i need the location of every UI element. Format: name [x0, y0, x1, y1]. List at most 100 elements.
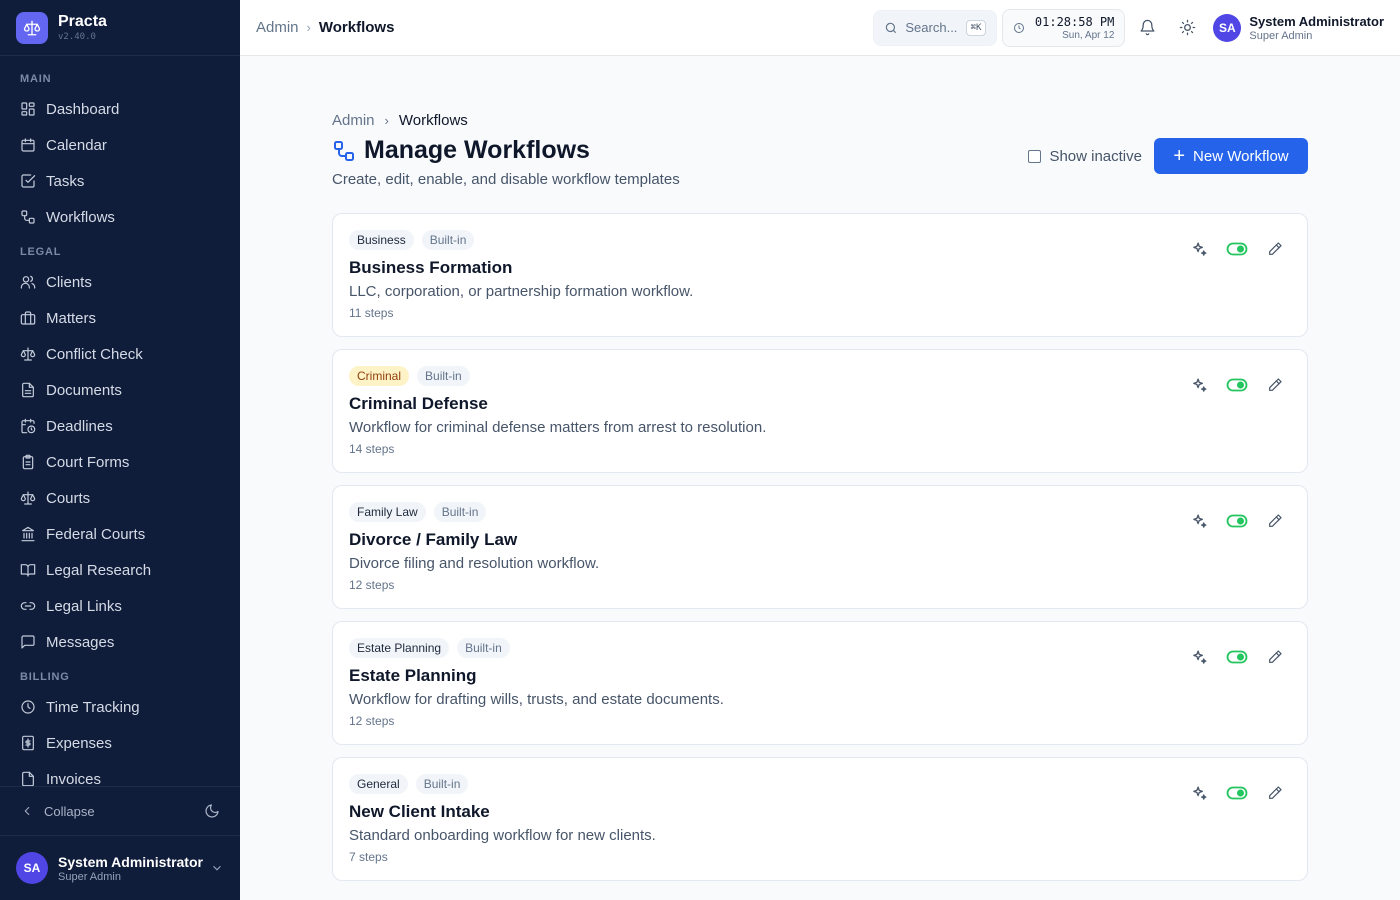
- notifications-button[interactable]: [1127, 8, 1167, 48]
- workflow-description: LLC, corporation, or partnership formati…: [349, 283, 694, 300]
- workflow-steps: 7 steps: [349, 850, 388, 864]
- workflow-card[interactable]: Business Built-in Business Formation LLC…: [332, 213, 1308, 337]
- sidebar-item-label: Court Forms: [46, 453, 130, 471]
- nav-section-label: MAIN: [20, 73, 52, 85]
- builtin-badge: Built-in: [417, 366, 470, 386]
- brand[interactable]: Practa v2.40.0: [0, 0, 240, 56]
- sidebar-item-courts[interactable]: Courts: [0, 480, 240, 516]
- workflow-card[interactable]: Criminal Built-in Criminal Defense Workf…: [332, 349, 1308, 473]
- edit-button[interactable]: [1263, 375, 1287, 395]
- receipt-icon: [22, 735, 34, 751]
- checkbox[interactable]: [1028, 149, 1042, 163]
- sidebar-item-messages[interactable]: Messages: [0, 624, 240, 660]
- clock-time: 01:28:58 PM: [1034, 14, 1115, 29]
- ai-sparkles-button[interactable]: [1187, 647, 1211, 667]
- sidebar-user-name: System Administrator: [58, 853, 203, 870]
- enable-toggle[interactable]: [1225, 783, 1249, 803]
- ai-sparkles-button[interactable]: [1187, 375, 1211, 395]
- ai-sparkles-button[interactable]: [1187, 239, 1211, 259]
- workflow-card[interactable]: General Built-in New Client Intake Stand…: [332, 757, 1308, 881]
- sidebar-item-label: Legal Research: [46, 561, 152, 579]
- enable-toggle[interactable]: [1225, 647, 1249, 667]
- sidebar-user-menu[interactable]: SA System Administrator Super Admin: [0, 836, 240, 900]
- sidebar-item-documents[interactable]: Documents: [0, 372, 240, 408]
- clipboard-icon: [22, 454, 34, 470]
- new-workflow-label: New Workflow: [1193, 147, 1289, 165]
- sidebar-item-matters[interactable]: Matters: [0, 300, 240, 336]
- breadcrumb-current: Workflows: [398, 112, 468, 129]
- workflow-title: New Client Intake: [349, 802, 490, 821]
- ai-sparkles-button[interactable]: [1187, 783, 1211, 803]
- workflow-icon: [334, 140, 354, 161]
- edit-button[interactable]: [1263, 511, 1287, 531]
- clock-icon: [21, 700, 35, 714]
- workflow-icon: [21, 210, 35, 224]
- sidebar-item-federal-courts[interactable]: Federal Courts: [0, 516, 240, 552]
- edit-button[interactable]: [1263, 783, 1287, 803]
- document-icon: [22, 382, 34, 398]
- sidebar-item-invoices[interactable]: Invoices: [0, 761, 240, 786]
- sidebar-item-label: Deadlines: [46, 417, 113, 435]
- enable-toggle[interactable]: [1225, 511, 1249, 531]
- theme-toggle-button[interactable]: [1167, 8, 1207, 48]
- invoice-icon: [22, 771, 34, 786]
- page-breadcrumb: Admin › Workflows: [332, 112, 1308, 129]
- clock-widget: 01:28:58 PM Sun, Apr 12: [1002, 8, 1126, 47]
- show-inactive-checkbox[interactable]: Show inactive: [1028, 148, 1142, 165]
- sidebar-item-dashboard[interactable]: Dashboard: [0, 91, 240, 127]
- sidebar-item-legal-research[interactable]: Legal Research: [0, 552, 240, 588]
- sidebar-item-deadlines[interactable]: Deadlines: [0, 408, 240, 444]
- sidebar-item-legal-links[interactable]: Legal Links: [0, 588, 240, 624]
- sidebar-item-workflows[interactable]: Workflows: [0, 199, 240, 235]
- breadcrumb: Admin › Workflows: [256, 19, 394, 36]
- edit-button[interactable]: [1263, 239, 1287, 259]
- edit-button[interactable]: [1263, 647, 1287, 667]
- calendar-clock-icon: [21, 418, 36, 434]
- sparkles-icon: [1192, 377, 1207, 392]
- sidebar-item-conflict-check[interactable]: Conflict Check: [0, 336, 240, 372]
- workflow-card[interactable]: Family Law Built-in Divorce / Family Law…: [332, 485, 1308, 609]
- workflow-title: Estate Planning: [349, 666, 477, 685]
- sidebar-item-label: Invoices: [46, 770, 102, 787]
- user-role: Super Admin: [1249, 29, 1313, 42]
- sidebar-item-court-forms[interactable]: Court Forms: [0, 444, 240, 480]
- breadcrumb-admin[interactable]: Admin: [332, 112, 375, 129]
- users-icon: [20, 275, 36, 289]
- ai-sparkles-button[interactable]: [1187, 511, 1211, 531]
- sidebar-item-label: Dashboard: [46, 100, 120, 118]
- user-menu[interactable]: SA System Administrator Super Admin: [1213, 13, 1384, 42]
- sidebar-item-label: Calendar: [46, 136, 107, 154]
- page-subtitle: Create, edit, enable, and disable workfl…: [332, 171, 680, 188]
- chevron-right-icon: ›: [306, 20, 311, 35]
- search-button[interactable]: Search... ⌘K: [873, 9, 998, 46]
- sidebar-item-time-tracking[interactable]: Time Tracking: [0, 689, 240, 725]
- workflow-card[interactable]: Estate Planning Built-in Estate Planning…: [332, 621, 1308, 745]
- dashboard-icon: [21, 102, 35, 116]
- sidebar-item-calendar[interactable]: Calendar: [0, 127, 240, 163]
- moon-icon[interactable]: [204, 803, 220, 819]
- workflow-list: Business Built-in Business Formation LLC…: [332, 213, 1308, 881]
- sun-icon: [1179, 19, 1196, 36]
- collapse-label: Collapse: [44, 803, 95, 819]
- workflow-description: Workflow for criminal defense matters fr…: [349, 419, 767, 436]
- workflow-title: Divorce / Family Law: [349, 530, 518, 549]
- enable-toggle[interactable]: [1225, 375, 1249, 395]
- pencil-icon: [1269, 650, 1282, 663]
- sidebar-item-expenses[interactable]: Expenses: [0, 725, 240, 761]
- builtin-badge: Built-in: [421, 230, 475, 250]
- collapse-button[interactable]: Collapse: [0, 786, 240, 836]
- enable-toggle[interactable]: [1225, 239, 1249, 259]
- sidebar-item-label: Workflows: [46, 208, 115, 226]
- breadcrumb-admin[interactable]: Admin: [256, 19, 299, 36]
- user-name: System Administrator: [1249, 13, 1384, 29]
- sidebar: Practa v2.40.0 MAIN Dashboard Calendar Task…: [0, 0, 240, 900]
- new-workflow-button[interactable]: + New Workflow: [1154, 138, 1308, 174]
- sidebar-item-clients[interactable]: Clients: [0, 264, 240, 300]
- sidebar-item-tasks[interactable]: Tasks: [0, 163, 240, 199]
- toggle-on-icon: [1226, 650, 1248, 664]
- page-title-text: Manage Workflows: [364, 136, 590, 164]
- workflow-description: Divorce filing and resolution workflow.: [349, 555, 600, 572]
- sidebar-item-label: Legal Links: [46, 597, 122, 615]
- briefcase-icon: [20, 311, 36, 325]
- sparkles-icon: [1192, 513, 1207, 528]
